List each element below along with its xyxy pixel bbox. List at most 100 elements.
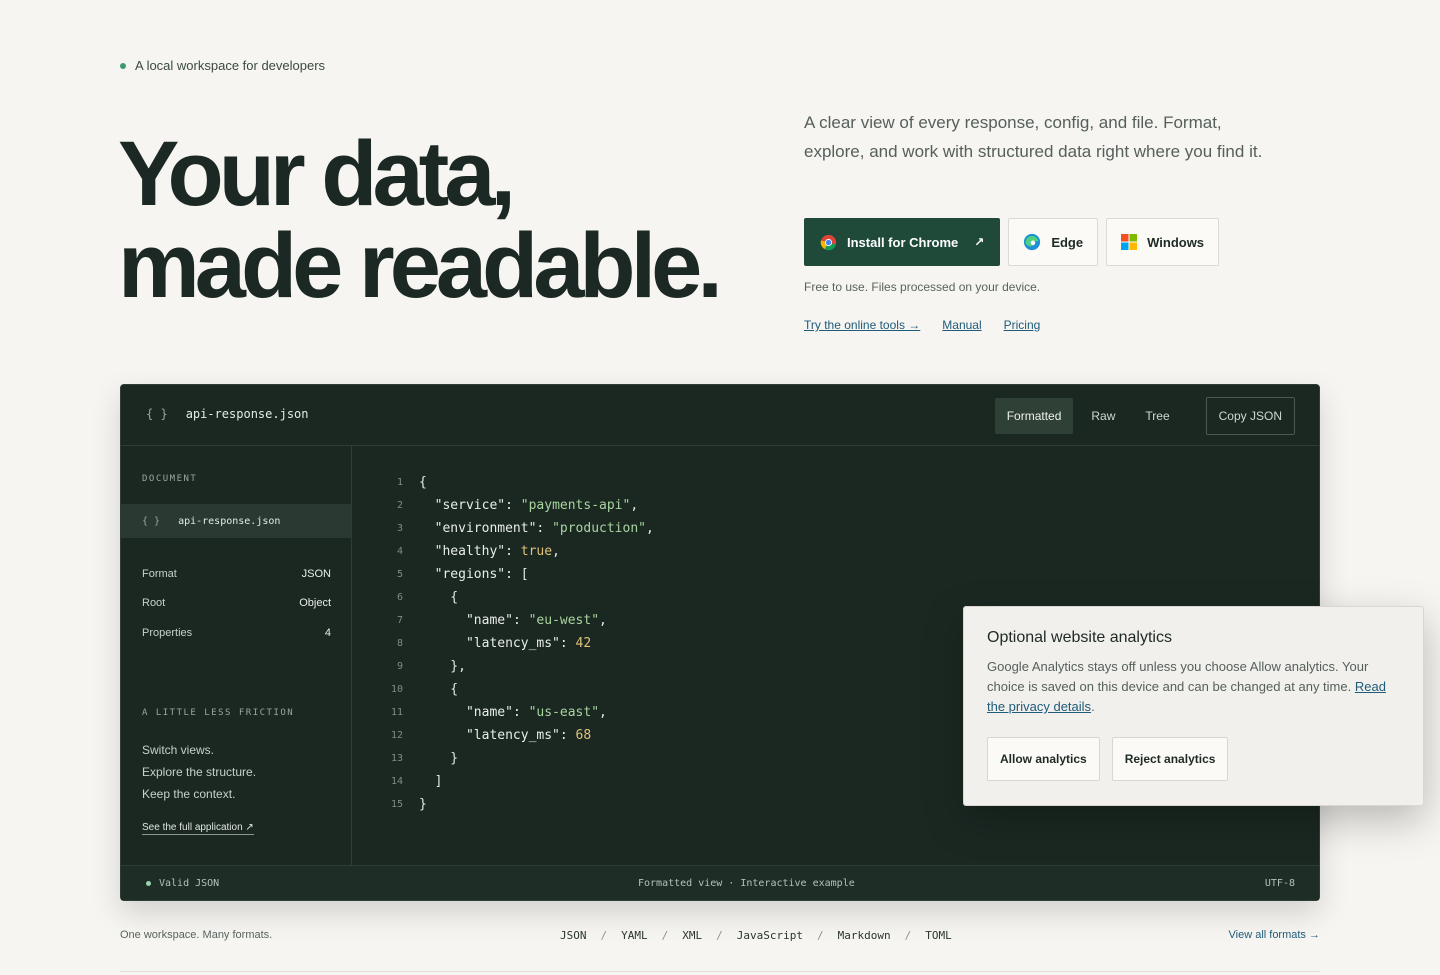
meta-value: JSON [301, 568, 331, 580]
line-number: 15 [390, 799, 403, 810]
valid-text: Valid JSON [159, 878, 220, 889]
code-line: 5 "regions": [ [381, 563, 654, 586]
hero-links: Try the online tools → Manual Pricing [804, 318, 1040, 332]
code-line: 13 } [381, 747, 654, 770]
meta-key: Properties [142, 627, 193, 639]
line-number: 6 [396, 592, 403, 603]
code-line: 7 "name": "eu-west", [381, 609, 654, 632]
formats-tagline: One workspace. Many formats. [120, 929, 273, 941]
format-separator: / [904, 929, 912, 942]
code-line: 11 "name": "us-east", [381, 701, 654, 724]
code-text: "latency_ms": 68 [465, 728, 592, 743]
viewer-header: { } api-response.json Formatted Raw Tree… [121, 385, 1319, 446]
code-text: ] [419, 774, 443, 789]
install-edge-label: Edge [1051, 234, 1084, 250]
line-number: 14 [390, 776, 403, 787]
friction-line: Keep the context. [142, 787, 236, 801]
install-buttons: Install for Chrome ↗ Edge Windows [804, 218, 1220, 266]
line-number: 8 [396, 638, 403, 649]
line-number: 3 [396, 523, 403, 534]
divider [120, 971, 1320, 972]
line-number: 5 [396, 569, 403, 580]
external-arrow-icon: ↗ [974, 235, 985, 249]
code-text: { [419, 590, 459, 605]
line-number: 1 [396, 477, 403, 488]
line-number: 2 [396, 500, 403, 511]
line-number: 4 [396, 546, 403, 557]
view-mode-text: Formatted view · Interactive example [638, 878, 855, 889]
line-number: 10 [390, 684, 403, 695]
full-application-link[interactable]: See the full application ↗ [142, 822, 254, 835]
viewer-sidebar: DOCUMENT { } api-response.json Format JS… [121, 446, 352, 866]
format-item[interactable]: YAML [621, 929, 648, 942]
code-line: 12 "latency_ms": 68 [381, 724, 654, 747]
headline-line-2: made readable. [118, 215, 723, 317]
tab-raw[interactable]: Raw [1079, 398, 1127, 434]
format-item[interactable]: JSON [560, 929, 587, 942]
braces-icon: { } [146, 407, 168, 421]
eyebrow-text: A local workspace for developers [135, 58, 326, 73]
install-windows-button[interactable]: Windows [1106, 218, 1220, 266]
consent-buttons: Allow analytics Reject analytics [987, 737, 1400, 781]
valid-dot [146, 881, 151, 886]
view-all-formats-link[interactable]: View all formats → [1229, 929, 1321, 941]
reject-analytics-button[interactable]: Reject analytics [1111, 737, 1229, 781]
encoding-text: UTF-8 [1264, 878, 1295, 889]
code-text: "name": "eu-west", [465, 613, 607, 628]
code-text: "environment": "production", [434, 521, 654, 536]
pricing-link[interactable]: Pricing [1004, 318, 1041, 332]
meta-key: Format [142, 568, 177, 580]
line-number: 13 [390, 753, 403, 764]
validity-status: Valid JSON [146, 878, 219, 889]
viewer-filename: api-response.json [185, 407, 309, 421]
manual-link[interactable]: Manual [942, 318, 981, 332]
braces-icon: { } [142, 515, 161, 527]
install-edge-button[interactable]: Edge [1008, 218, 1099, 266]
meta-value: 4 [324, 627, 331, 639]
windows-icon [1121, 234, 1138, 250]
document-label: DOCUMENT [142, 474, 198, 484]
sidebar-file-name: api-response.json [178, 515, 281, 527]
hero-headline: Your data, made readable. [118, 123, 723, 317]
code-text: { [419, 475, 427, 490]
install-chrome-button[interactable]: Install for Chrome ↗ [804, 218, 1001, 266]
format-separator: / [816, 929, 824, 942]
status-dot [120, 62, 126, 69]
hero-intro: A clear view of every response, config, … [804, 113, 1263, 161]
consent-body: Google Analytics stays off unless you ch… [987, 659, 1386, 714]
format-item[interactable]: Markdown [838, 929, 891, 942]
friction-line: Explore the structure. [142, 765, 257, 779]
edge-icon [1023, 233, 1041, 251]
tab-formatted[interactable]: Formatted [994, 398, 1074, 434]
headline-line-1: Your data, [118, 123, 516, 225]
code-text: "name": "us-east", [465, 705, 607, 720]
code-line: 15} [381, 793, 654, 816]
line-number: 11 [390, 707, 403, 718]
chrome-icon [820, 234, 837, 251]
code-text: { [419, 682, 459, 697]
format-separator: / [661, 929, 669, 942]
code-text: "latency_ms": 42 [465, 636, 592, 651]
code-text: "regions": [ [434, 567, 529, 582]
format-item[interactable]: JavaScript [737, 929, 803, 942]
tab-tree[interactable]: Tree [1133, 398, 1181, 434]
friction-line: Switch views. [142, 743, 215, 757]
code-text: }, [419, 659, 466, 674]
online-tools-link[interactable]: Try the online tools → [804, 318, 920, 332]
consent-body-text: Google Analytics stays off unless you ch… [987, 659, 1369, 694]
copy-json-button[interactable]: Copy JSON [1205, 397, 1295, 435]
code-line: 4 "healthy": true, [381, 540, 654, 563]
sidebar-file-item[interactable]: { } api-response.json [121, 504, 351, 538]
code-line: 6 { [381, 586, 654, 609]
allow-analytics-button[interactable]: Allow analytics [987, 737, 1100, 781]
free-note: Free to use. Files processed on your dev… [804, 280, 1041, 294]
friction-label: A LITTLE LESS FRICTION [142, 708, 295, 718]
code-text: } [419, 751, 459, 766]
format-item[interactable]: TOML [925, 929, 952, 942]
line-number: 9 [396, 661, 403, 672]
format-item[interactable]: XML [682, 929, 702, 942]
code-line: 2 "service": "payments-api", [381, 494, 654, 517]
code-text: "service": "payments-api", [434, 498, 639, 513]
friction-list: Switch views. Explore the structure. Kee… [142, 739, 256, 805]
install-chrome-label: Install for Chrome [847, 234, 959, 250]
